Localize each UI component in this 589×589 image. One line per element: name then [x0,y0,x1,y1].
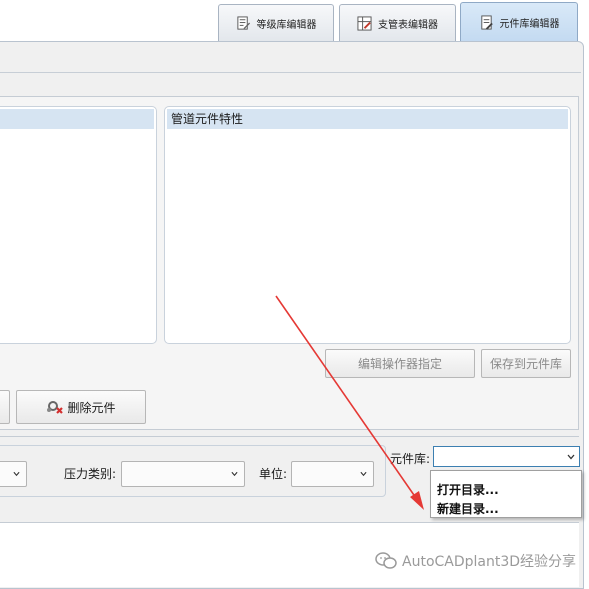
chevron-down-icon [231,471,238,477]
delete-component-label: 删除元件 [67,400,116,415]
pressure-class-label: 压力类别: [64,467,117,481]
tab-component-library-editor[interactable]: 元件库编辑器 [460,2,578,42]
spec-editor-icon [236,15,250,30]
wechat-icon [375,552,397,569]
library-select[interactable] [433,446,580,467]
menu-item-new-directory[interactable]: 新建目录... [437,500,499,517]
tab-label: 支管表编辑器 [378,19,438,31]
save-to-library-button[interactable]: 保存到元件库 [481,349,571,378]
tab-spec-editor[interactable]: 等级库编辑器 [218,4,334,41]
filter-combo-1[interactable] [0,461,27,487]
chevron-down-icon [567,454,575,460]
component-library-icon [480,15,493,30]
unit-label: 单位: [259,467,288,481]
component-list-panel[interactable] [0,106,157,344]
tab-label: 元件库编辑器 [499,19,560,30]
delete-component-icon [47,401,64,414]
watermark-text: AutoCADplant3D经验分享 [402,554,577,570]
delete-component-button[interactable]: 删除元件 [16,390,146,424]
library-dropdown-menu: 打开目录... 新建目录... [430,470,582,518]
menu-item-open-directory[interactable]: 打开目录... [437,481,499,498]
library-label: 元件库: [390,452,431,466]
pressure-class-select[interactable] [121,461,245,487]
chevron-down-icon [13,471,20,477]
add-component-button[interactable] [0,390,10,424]
tab-branch-table-editor[interactable]: 支管表编辑器 [339,4,456,41]
properties-panel[interactable]: 管道元件特性 [164,106,571,344]
chevron-down-icon [360,471,367,477]
watermark: AutoCADplant3D经验分享 [375,551,576,571]
edit-operator-button[interactable]: 编辑操作器指定 [325,349,475,378]
unit-select[interactable] [291,461,374,487]
tab-label: 等级库编辑器 [256,19,317,31]
branch-table-icon [357,15,372,31]
component-list-header [0,109,154,129]
divider [0,72,581,73]
properties-header: 管道元件特性 [167,109,568,129]
